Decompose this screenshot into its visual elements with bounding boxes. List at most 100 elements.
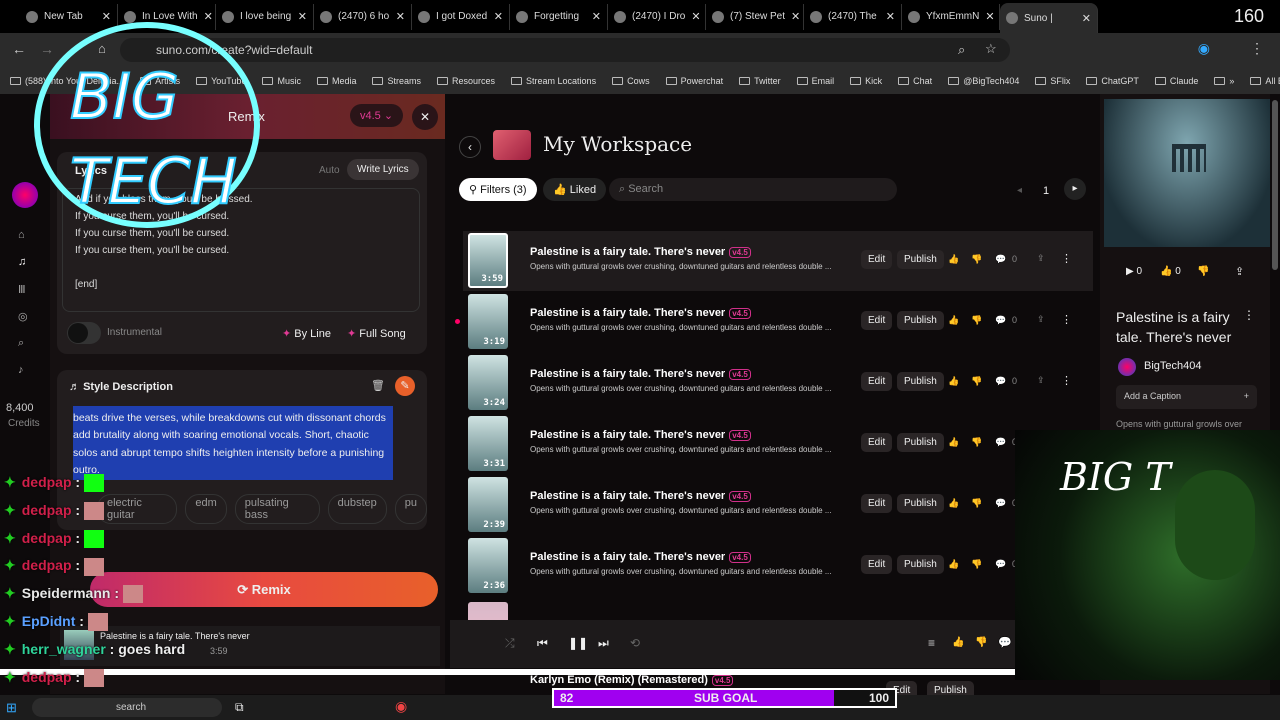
more-icon[interactable]: ⋮ bbox=[1243, 308, 1255, 322]
style-tag[interactable]: electric guitar bbox=[97, 494, 178, 524]
browser-tab[interactable]: (7) Stew Pet ✕ bbox=[706, 3, 804, 30]
zoom-icon[interactable]: ⌕ bbox=[958, 42, 965, 58]
filters-button[interactable]: ⚲ Filters (3) bbox=[459, 178, 537, 201]
edit-button[interactable]: Edit bbox=[861, 372, 893, 391]
more-icon[interactable]: ⋮ bbox=[1061, 313, 1072, 326]
close-tab-icon[interactable]: ✕ bbox=[1082, 12, 1091, 25]
back-button[interactable]: ‹ bbox=[459, 136, 481, 158]
song-thumbnail[interactable]: 2:36 bbox=[468, 538, 508, 593]
like-icon[interactable]: 👍 bbox=[948, 498, 959, 509]
bookmark-item[interactable]: Media bbox=[316, 76, 356, 86]
more-icon[interactable]: ⋮ bbox=[1061, 252, 1072, 265]
publish-button[interactable]: Publish bbox=[897, 250, 944, 269]
star-icon[interactable]: ☆ bbox=[985, 41, 997, 57]
like-icon[interactable]: 👍 bbox=[948, 376, 959, 387]
bookmark-item[interactable]: All Bookmarks bbox=[1250, 76, 1280, 86]
browser-tab[interactable]: Suno | ✕ bbox=[1000, 3, 1098, 33]
publish-button[interactable]: Publish bbox=[897, 311, 944, 330]
share-icon[interactable]: ⇪ bbox=[1235, 265, 1244, 278]
song-title[interactable]: Palestine is a fairy tale. There's never… bbox=[530, 551, 751, 563]
edit-button[interactable]: Edit bbox=[861, 494, 893, 513]
prev-page-icon[interactable]: ◂ bbox=[1017, 185, 1022, 196]
close-icon[interactable]: ✕ bbox=[412, 104, 438, 130]
start-icon[interactable]: ⊞ bbox=[6, 700, 17, 716]
song-title[interactable]: Palestine is a fairy tale. There's never… bbox=[530, 429, 751, 441]
dislike-icon[interactable]: 👎 bbox=[971, 376, 982, 387]
comment-icon[interactable]: 💬 bbox=[995, 376, 1006, 387]
browser-tab[interactable]: (2470) The ✕ bbox=[804, 3, 902, 30]
close-tab-icon[interactable]: ✕ bbox=[298, 10, 307, 23]
search-input[interactable]: ⌕ Search bbox=[609, 178, 897, 201]
browser-tab[interactable]: I got Doxed ✕ bbox=[412, 3, 510, 30]
auto-tab[interactable]: Auto bbox=[319, 165, 340, 176]
close-tab-icon[interactable]: ✕ bbox=[396, 10, 405, 23]
comment-icon[interactable]: 💬 bbox=[995, 498, 1006, 509]
song-row[interactable]: 3:31 Palestine is a fairy tale. There's n… bbox=[463, 414, 1093, 474]
version-select[interactable]: v4.5 ⌄ bbox=[350, 104, 404, 127]
song-title[interactable]: Palestine is a fairy tale. There's never… bbox=[530, 246, 751, 258]
browser-tab[interactable]: (2470) I Dro ✕ bbox=[608, 3, 706, 30]
bookmark-item[interactable]: Streams bbox=[372, 76, 421, 86]
next-page-icon[interactable]: ▸ bbox=[1064, 178, 1086, 200]
song-title[interactable]: Palestine is a fairy tale. There's never… bbox=[530, 490, 751, 502]
progress-bar[interactable] bbox=[0, 669, 1015, 675]
song-row[interactable]: 3:59 Palestine is a fairy tale. There's n… bbox=[463, 231, 1093, 291]
bookmark-item[interactable]: Claude bbox=[1154, 76, 1198, 86]
create-icon[interactable]: ♫ bbox=[18, 256, 30, 268]
bookmark-item[interactable]: ChatGPT bbox=[1086, 76, 1139, 86]
song-row[interactable]: 2:39 Palestine is a fairy tale. There's n… bbox=[463, 475, 1093, 535]
shuffle-icon[interactable]: ⤮ bbox=[505, 636, 515, 651]
song-row[interactable]: 3:19 Palestine is a fairy tale. There's n… bbox=[455, 292, 1093, 352]
song-title[interactable]: Palestine is a fairy tale. There's never… bbox=[530, 307, 751, 319]
edit-button[interactable]: Edit bbox=[861, 250, 893, 269]
bookmark-item[interactable]: Stream Locations bbox=[511, 76, 596, 86]
dislike-icon[interactable]: 👎 bbox=[971, 437, 982, 448]
library-icon[interactable]: Ⅲ bbox=[18, 283, 30, 296]
instrumental-toggle[interactable] bbox=[67, 322, 101, 344]
close-tab-icon[interactable]: ✕ bbox=[691, 10, 700, 23]
bell-icon[interactable]: ♪ bbox=[18, 364, 30, 376]
style-tag[interactable]: pulsating bass bbox=[234, 494, 320, 524]
bookmark-item[interactable]: SFlix bbox=[1035, 76, 1070, 86]
publish-button[interactable]: Publish bbox=[897, 494, 944, 513]
task-view-icon[interactable]: ⧉ bbox=[235, 700, 244, 715]
bookmark-item[interactable]: Chat bbox=[898, 76, 932, 86]
share-icon[interactable]: ⇪ bbox=[1037, 314, 1045, 325]
dislike-icon[interactable]: 👎 bbox=[971, 315, 982, 326]
menu-icon[interactable]: ⋮ bbox=[1250, 40, 1264, 57]
back-icon[interactable]: ← bbox=[12, 41, 26, 57]
previous-icon[interactable]: ⏮ bbox=[537, 636, 548, 651]
chrome-icon[interactable]: ◉ bbox=[395, 698, 407, 715]
bookmark-item[interactable]: Twitter bbox=[739, 76, 781, 86]
liked-button[interactable]: 👍 Liked bbox=[543, 178, 607, 201]
repeat-icon[interactable]: ⟲ bbox=[630, 636, 640, 650]
comment-icon[interactable]: 💬 bbox=[995, 315, 1006, 326]
song-thumbnail[interactable]: 3:24 bbox=[468, 355, 508, 410]
like-button[interactable]: 👍 0 bbox=[1160, 266, 1181, 277]
edit-button[interactable]: Edit bbox=[861, 311, 893, 330]
style-tag[interactable]: edm bbox=[185, 494, 227, 524]
browser-tab[interactable]: (2470) 6 ho ✕ bbox=[314, 3, 412, 30]
bookmark-item[interactable]: » bbox=[1214, 76, 1234, 86]
song-thumbnail[interactable]: 2:39 bbox=[468, 477, 508, 532]
dislike-icon[interactable]: 👎 bbox=[971, 254, 982, 265]
bookmark-item[interactable]: Music bbox=[262, 76, 301, 86]
style-textarea[interactable]: relentless double bass drumming. Dense t… bbox=[73, 406, 393, 486]
dislike-icon[interactable]: 👎 bbox=[1197, 266, 1209, 277]
publish-button[interactable]: Publish bbox=[897, 555, 944, 574]
pause-icon[interactable]: ❚❚ bbox=[568, 636, 588, 650]
comment-icon[interactable]: 💬 bbox=[995, 254, 1006, 265]
home-icon[interactable]: ⌂ bbox=[18, 229, 30, 241]
close-tab-icon[interactable]: ✕ bbox=[592, 10, 601, 23]
song-thumbnail[interactable]: 3:31 bbox=[468, 416, 508, 471]
explore-icon[interactable]: ◎ bbox=[18, 310, 30, 323]
close-tab-icon[interactable]: ✕ bbox=[985, 10, 994, 23]
song-row[interactable]: 2:36 Palestine is a fairy tale. There's n… bbox=[463, 536, 1093, 596]
bookmark-item[interactable]: Email bbox=[796, 76, 834, 86]
like-icon[interactable]: 👍 bbox=[948, 437, 959, 448]
bookmark-item[interactable]: Powerchat bbox=[665, 76, 723, 86]
trash-icon[interactable]: 🗑 bbox=[371, 379, 385, 392]
next-icon[interactable]: ⏭ bbox=[598, 636, 609, 651]
style-tag[interactable]: pu bbox=[394, 494, 427, 524]
comment-icon[interactable]: 💬 bbox=[995, 559, 1006, 570]
